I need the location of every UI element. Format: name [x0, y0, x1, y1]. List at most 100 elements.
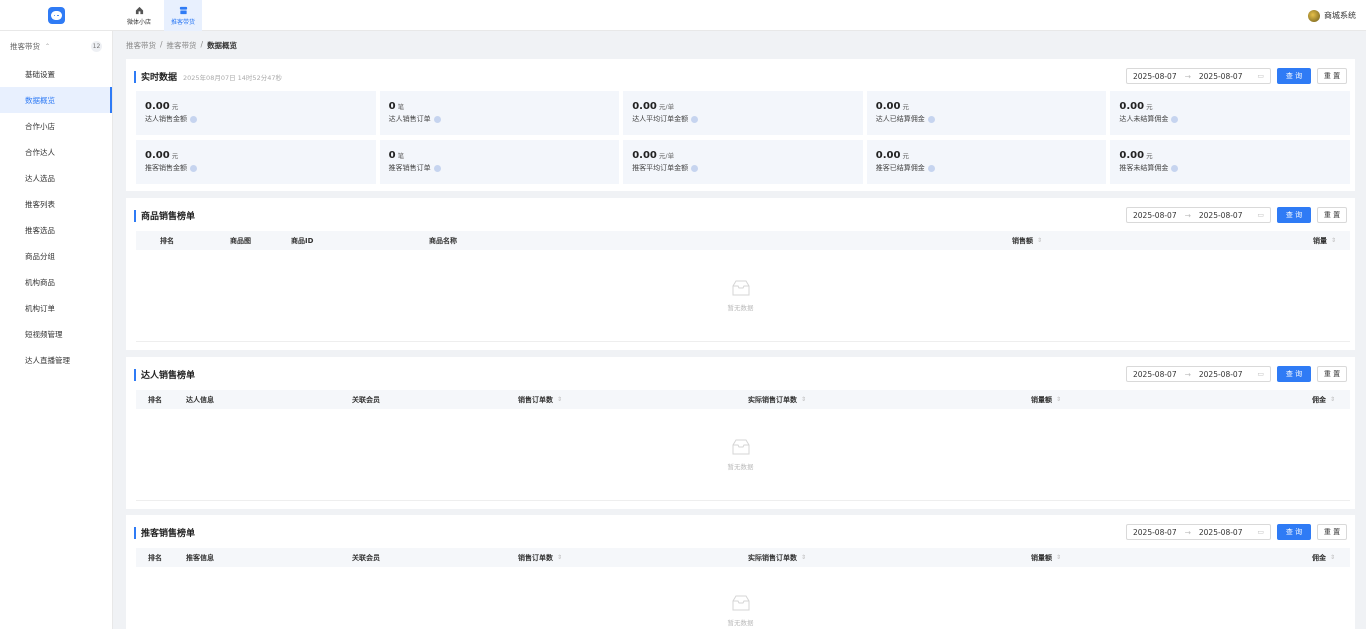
- date-end: 2025-08-07: [1198, 71, 1243, 81]
- date-range-picker[interactable]: 2025-08-07 → 2025-08-07 ▭: [1126, 68, 1271, 84]
- stat-unit: 元: [171, 152, 179, 160]
- sort-icon[interactable]: ⇕: [557, 554, 562, 561]
- stat-unit: 元/单: [658, 103, 675, 111]
- title-accent: [134, 526, 136, 539]
- date-range-picker[interactable]: 2025-08-07 → 2025-08-07 ▭: [1126, 366, 1271, 382]
- column-order-count[interactable]: 销售订单数 ⇕: [518, 390, 562, 409]
- topnav-label: 推客带货: [170, 18, 195, 26]
- sidebar-item-promoter-list[interactable]: 推客列表: [0, 191, 112, 217]
- stat-label: 推客已结算佣金: [875, 164, 925, 172]
- topnav-label: 微体小店: [126, 18, 151, 26]
- column-label: 销售订单数: [518, 395, 553, 404]
- sidebar-item-partner-talents[interactable]: 合作达人: [0, 139, 112, 165]
- help-icon[interactable]: [190, 115, 197, 123]
- breadcrumb-item[interactable]: 推客带货: [167, 40, 197, 51]
- query-button[interactable]: 查 询: [1277, 207, 1311, 223]
- sort-icon[interactable]: ⇕: [557, 396, 562, 403]
- topnav-item-promoter[interactable]: 推客带货: [164, 0, 202, 31]
- stat-value: 0.00: [632, 150, 657, 161]
- column-sales-amount[interactable]: 销量额 ⇕: [1031, 390, 1061, 409]
- column-promoter-info: 推客信息: [186, 548, 214, 567]
- sidebar-item-short-video[interactable]: 短视频管理: [0, 321, 112, 347]
- help-icon[interactable]: [691, 164, 699, 172]
- stat-card: 0.00 元达人销售金额: [136, 91, 376, 135]
- sort-icon[interactable]: ⇕: [801, 396, 806, 403]
- column-actual-order-count[interactable]: 实际销售订单数 ⇕: [748, 390, 806, 409]
- column-sales-volume[interactable]: 销量 ⇕: [1313, 231, 1336, 250]
- help-icon[interactable]: [691, 115, 699, 123]
- column-label: 销量额: [1031, 553, 1052, 562]
- column-id: 商品ID: [291, 231, 313, 250]
- empty-inbox-icon: [732, 439, 749, 455]
- logo[interactable]: [0, 0, 112, 31]
- column-name: 商品名称: [429, 231, 457, 250]
- reset-button[interactable]: 重 置: [1317, 524, 1347, 540]
- stat-card: 0.00 元推客销售金额: [136, 140, 376, 184]
- date-range-picker[interactable]: 2025-08-07 → 2025-08-07 ▭: [1126, 207, 1271, 223]
- sort-icon[interactable]: ⇕: [1056, 396, 1061, 403]
- stat-value: 0.00: [632, 101, 657, 112]
- column-sales-amount[interactable]: 销售额 ⇕: [1012, 231, 1042, 250]
- stat-label: 达人销售金额: [145, 115, 187, 123]
- query-button[interactable]: 查 询: [1277, 366, 1311, 382]
- sidebar-group[interactable]: 推客带货 ⌃ 12: [0, 31, 112, 61]
- help-icon[interactable]: [1171, 164, 1179, 172]
- card-header: 达人销售榜单: [134, 368, 195, 381]
- filter-bar: 2025-08-07 → 2025-08-07 ▭ 查 询 重 置: [1126, 524, 1347, 540]
- query-button[interactable]: 查 询: [1277, 68, 1311, 84]
- sidebar-group-label: 推客带货: [10, 41, 40, 51]
- empty-inbox-icon: [732, 595, 749, 611]
- reset-button[interactable]: 重 置: [1317, 366, 1347, 382]
- sidebar-item-product-groups[interactable]: 商品分组: [0, 243, 112, 269]
- date-end: 2025-08-07: [1198, 527, 1243, 537]
- column-label: 销量: [1313, 236, 1327, 245]
- help-icon[interactable]: [190, 164, 197, 172]
- help-icon[interactable]: [1171, 115, 1179, 123]
- help-icon[interactable]: [433, 164, 441, 172]
- date-end: 2025-08-07: [1198, 210, 1243, 220]
- help-icon[interactable]: [433, 115, 441, 123]
- empty-text: 暂无数据: [727, 304, 754, 312]
- sort-icon[interactable]: ⇕: [1330, 554, 1335, 561]
- breadcrumb-item[interactable]: 推客带货: [126, 40, 156, 51]
- reset-button[interactable]: 重 置: [1317, 68, 1347, 84]
- stat-card: 0 笔推客销售订单: [379, 140, 620, 184]
- sidebar-item-talent-selection[interactable]: 达人选品: [0, 165, 112, 191]
- sidebar-item-agency-orders[interactable]: 机构订单: [0, 295, 112, 321]
- sidebar-item-partner-shops[interactable]: 合作小店: [0, 113, 112, 139]
- table-divider: [136, 341, 1350, 342]
- title-accent: [134, 368, 136, 381]
- range-arrow: →: [1184, 71, 1191, 81]
- stat-card: 0.00 元达人未结算佣金: [1110, 91, 1350, 135]
- column-actual-order-count[interactable]: 实际销售订单数 ⇕: [748, 548, 806, 567]
- topnav-item-shop[interactable]: 微体小店: [120, 0, 158, 31]
- sidebar-item-promoter-selection[interactable]: 推客选品: [0, 217, 112, 243]
- sort-icon[interactable]: ⇕: [801, 554, 806, 561]
- column-commission[interactable]: 佣金 ⇕: [1312, 390, 1335, 409]
- query-button[interactable]: 查 询: [1277, 524, 1311, 540]
- sidebar-item-agency-products[interactable]: 机构商品: [0, 269, 112, 295]
- stat-label: 达人平均订单金额: [632, 115, 689, 123]
- card-title: 推客销售榜单: [141, 529, 196, 539]
- sidebar-item-basic-settings[interactable]: 基础设置: [0, 61, 112, 87]
- help-icon[interactable]: [927, 164, 935, 172]
- reset-button[interactable]: 重 置: [1317, 207, 1347, 223]
- column-label: 佣金: [1312, 553, 1326, 562]
- sidebar-item-live-management[interactable]: 达人直播管理: [0, 347, 112, 373]
- date-range-picker[interactable]: 2025-08-07 → 2025-08-07 ▭: [1126, 524, 1271, 540]
- sidebar-item-data-overview[interactable]: 数据概览: [0, 87, 112, 113]
- breadcrumb-current: 数据概览: [207, 41, 238, 50]
- sort-icon[interactable]: ⇕: [1056, 554, 1061, 561]
- breadcrumb: 推客带货 / 推客带货 / 数据概览: [126, 40, 237, 51]
- column-label: 实际销售订单数: [748, 395, 797, 404]
- date-start: 2025-08-07: [1133, 369, 1177, 379]
- stat-label: 达人未结算佣金: [1119, 115, 1169, 123]
- column-commission[interactable]: 佣金 ⇕: [1312, 548, 1335, 567]
- column-order-count[interactable]: 销售订单数 ⇕: [518, 548, 562, 567]
- column-sales-amount[interactable]: 销量额 ⇕: [1031, 548, 1061, 567]
- sort-icon[interactable]: ⇕: [1330, 396, 1335, 403]
- sort-icon[interactable]: ⇕: [1331, 237, 1336, 244]
- sort-icon[interactable]: ⇕: [1037, 237, 1042, 244]
- user-menu[interactable]: 商城系统: [1308, 0, 1356, 31]
- help-icon[interactable]: [927, 115, 935, 123]
